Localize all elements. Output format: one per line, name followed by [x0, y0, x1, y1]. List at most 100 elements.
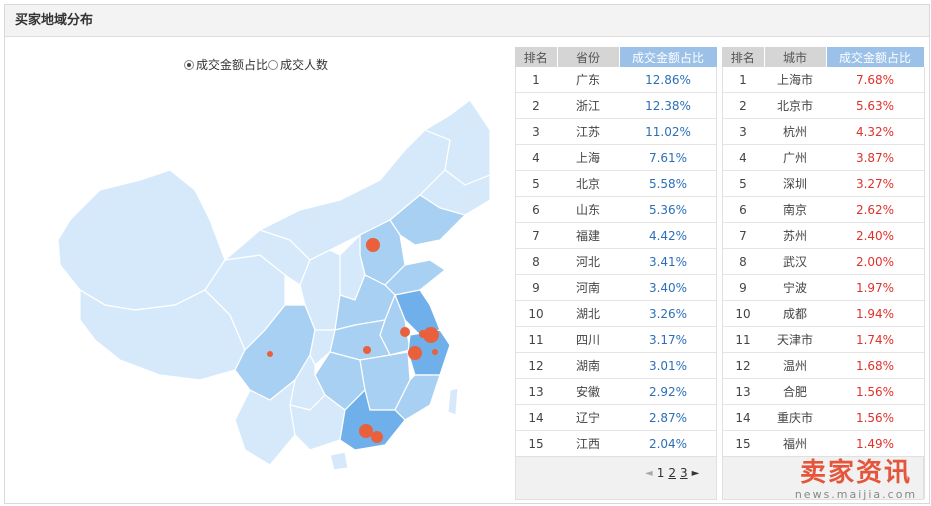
table-row: 11 四川 3.17%: [515, 326, 717, 353]
rank-cell: 4: [722, 144, 764, 171]
name-cell: 宁波: [764, 274, 826, 301]
table-row: 1 广东 12.86%: [515, 67, 717, 93]
table-row: 10 湖北 3.26%: [515, 300, 717, 327]
table-row: 7 苏州 2.40%: [722, 222, 924, 249]
table-row: 11 天津市 1.74%: [722, 326, 924, 353]
radio-unselected-icon[interactable]: [268, 59, 279, 70]
metric-toggle: 成交金额占比 成交人数: [184, 56, 328, 73]
radio-selected-icon[interactable]: [184, 59, 194, 70]
col-rank: 排名: [515, 47, 558, 67]
table-row: 2 浙江 12.38%: [515, 92, 717, 119]
page-1[interactable]: 1: [657, 466, 665, 480]
table-row: 7 福建 4.42%: [515, 222, 717, 249]
name-cell: 广东: [557, 67, 619, 93]
name-cell: 北京市: [764, 92, 826, 119]
rank-cell: 11: [722, 326, 764, 353]
rank-cell: 7: [722, 222, 764, 249]
page-3[interactable]: 3: [680, 466, 688, 480]
share-cell: 5.58%: [619, 170, 717, 197]
name-cell: 辽宁: [557, 404, 619, 431]
share-cell: 12.86%: [619, 67, 717, 93]
share-cell: 3.41%: [619, 248, 717, 275]
rank-cell: 3: [722, 118, 764, 145]
name-cell: 福建: [557, 222, 619, 249]
table-row: 3 江苏 11.02%: [515, 118, 717, 145]
share-cell: 1.56%: [826, 404, 924, 431]
rank-cell: 1: [722, 67, 764, 93]
map-region-xinjiang: [57, 169, 226, 311]
rank-cell: 14: [515, 404, 557, 431]
radio-buyer-count[interactable]: 成交人数: [268, 56, 328, 73]
share-cell: 1.56%: [826, 378, 924, 405]
name-cell: 河北: [557, 248, 619, 275]
table-row: 14 重庆市 1.56%: [722, 404, 924, 431]
name-cell: 浙江: [557, 92, 619, 119]
rank-cell: 14: [722, 404, 764, 431]
rank-cell: 2: [722, 92, 764, 119]
share-cell: 7.61%: [619, 144, 717, 171]
share-cell: 1.97%: [826, 274, 924, 301]
name-cell: 河南: [557, 274, 619, 301]
share-cell: 2.40%: [826, 222, 924, 249]
table-row: 2 北京市 5.63%: [722, 92, 924, 119]
col-amount-share[interactable]: 成交金额占比: [619, 47, 718, 67]
share-cell: 3.87%: [826, 144, 924, 171]
marker-guangzhou: [359, 424, 373, 438]
name-cell: 江西: [557, 430, 619, 457]
marker-shenzhen: [371, 431, 383, 443]
rank-cell: 12: [722, 352, 764, 379]
table-row: 15 江西 2.04%: [515, 430, 717, 457]
next-page-icon[interactable]: ►: [692, 468, 700, 479]
table-row: 15 福州 1.49%: [722, 430, 924, 457]
name-cell: 杭州: [764, 118, 826, 145]
prev-page-icon[interactable]: ◄: [645, 468, 653, 479]
name-cell: 江苏: [557, 118, 619, 145]
rank-cell: 6: [515, 196, 557, 223]
table-row: 5 深圳 3.27%: [722, 170, 924, 197]
rank-cell: 2: [515, 92, 557, 119]
share-cell: 2.62%: [826, 196, 924, 223]
marker-beijing: [366, 238, 380, 252]
watermark-logo: 卖家资讯 news.maijia.com: [781, 458, 931, 506]
col-province: 省份: [557, 47, 620, 67]
share-cell: 12.38%: [619, 92, 717, 119]
city-table-header: 排名 城市 成交金额占比: [722, 47, 925, 67]
map-region-hainan: [329, 451, 349, 471]
name-cell: 合肥: [764, 378, 826, 405]
name-cell: 天津市: [764, 326, 826, 353]
table-row: 8 武汉 2.00%: [722, 248, 924, 275]
rank-cell: 7: [515, 222, 557, 249]
page-2[interactable]: 2: [668, 466, 676, 480]
rank-cell: 10: [722, 300, 764, 327]
table-row: 9 宁波 1.97%: [722, 274, 924, 301]
name-cell: 苏州: [764, 222, 826, 249]
table-row: 13 合肥 1.56%: [722, 378, 924, 405]
share-cell: 3.01%: [619, 352, 717, 379]
share-cell: 1.68%: [826, 352, 924, 379]
table-row: 3 杭州 4.32%: [722, 118, 924, 145]
marker-hangzhou: [408, 346, 422, 360]
name-cell: 重庆市: [764, 404, 826, 431]
rank-cell: 5: [515, 170, 557, 197]
table-row: 6 南京 2.62%: [722, 196, 924, 223]
rank-cell: 12: [515, 352, 557, 379]
rank-cell: 4: [515, 144, 557, 171]
table-row: 12 温州 1.68%: [722, 352, 924, 379]
table-row: 12 湖南 3.01%: [515, 352, 717, 379]
rank-cell: 8: [515, 248, 557, 275]
radio-amount-share[interactable]: 成交金额占比: [184, 56, 268, 73]
radio-count-label: 成交人数: [280, 58, 329, 72]
rank-cell: 15: [722, 430, 764, 457]
table-row: 1 上海市 7.68%: [722, 67, 924, 93]
watermark-url: news.maijia.com: [794, 488, 918, 501]
name-cell: 广州: [764, 144, 826, 171]
radio-amount-label: 成交金额占比: [196, 58, 269, 72]
col-city: 城市: [764, 47, 827, 67]
table-row: 13 安徽 2.92%: [515, 378, 717, 405]
col-amount-share[interactable]: 成交金额占比: [826, 47, 925, 67]
marker-ningbo: [432, 349, 438, 355]
share-cell: 3.40%: [619, 274, 717, 301]
rank-cell: 8: [722, 248, 764, 275]
watermark-title: 卖家资讯: [799, 458, 912, 488]
name-cell: 湖北: [557, 300, 619, 327]
